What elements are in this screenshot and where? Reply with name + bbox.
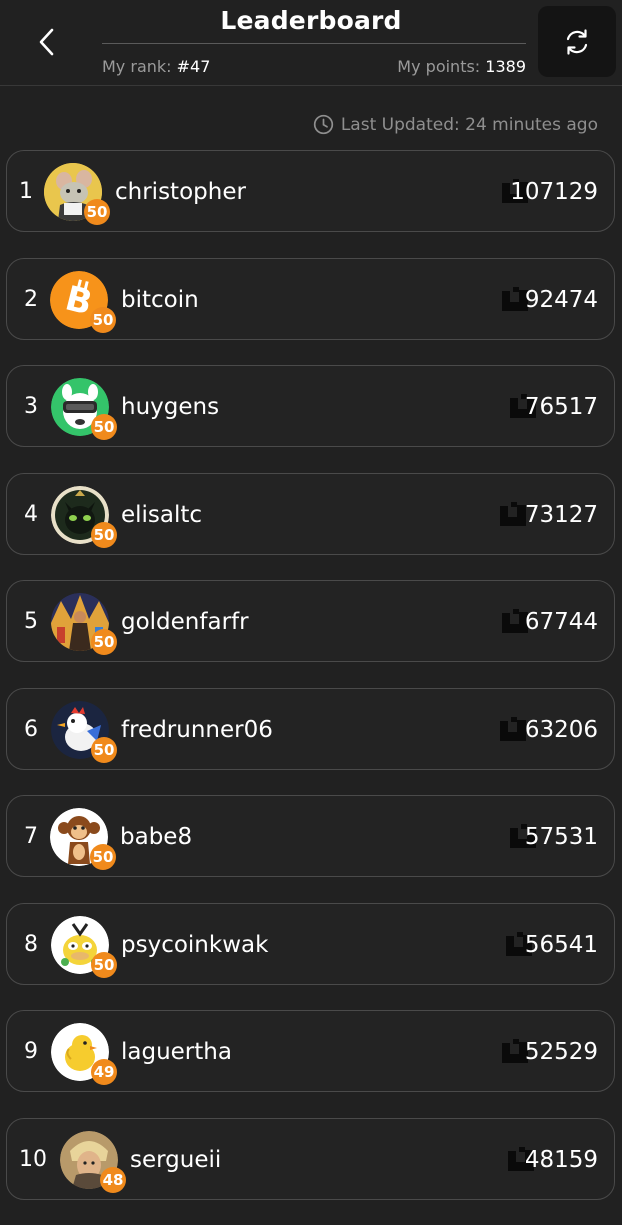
level-badge: 50 — [90, 306, 116, 333]
avatar: 48 — [60, 1130, 126, 1193]
rank-number: 9 — [24, 1039, 38, 1064]
leaderboard-row[interactable]: 8 50 psycoinkwak 56541 — [6, 902, 615, 985]
last-updated: Last Updated: 24 minutes ago — [313, 114, 598, 135]
level-badge: 50 — [91, 414, 117, 440]
my-rank: My rank: #47 — [102, 57, 210, 76]
username: christopher — [115, 179, 246, 205]
leaderboard-row[interactable]: 7 50 babe8 57531 — [6, 795, 615, 877]
my-rank-label: My rank: — [102, 57, 177, 76]
avatar: 50 — [51, 485, 117, 548]
leaderboard-row[interactable]: 2 B 50 bitcoin 92474 — [6, 257, 615, 340]
leaderboard-row[interactable]: 9 49 laguertha 52529 — [6, 1010, 615, 1092]
username: huygens — [121, 394, 220, 420]
leaderboard-row[interactable]: 6 50 fredrunner06 63206 — [6, 687, 615, 770]
leaderboard-row[interactable]: 4 50 elisaltc 73127 — [6, 472, 615, 555]
username: goldenfarfr — [121, 609, 249, 635]
my-points-label: My points: — [397, 57, 486, 76]
level-badge: 49 — [91, 1059, 117, 1085]
avatar: 50 — [51, 700, 117, 763]
level-badge: 50 — [91, 629, 117, 655]
my-points: My points: 1389 — [397, 57, 526, 76]
avatar: 50 — [50, 808, 116, 870]
avatar: 50 — [51, 378, 117, 440]
points-value: 73127 — [524, 501, 598, 528]
points-logo-icon — [500, 501, 526, 526]
username: laguertha — [121, 1039, 232, 1065]
level-badge: 50 — [90, 844, 116, 870]
rank-number: 4 — [24, 501, 38, 527]
avatar: 50 — [44, 163, 110, 225]
leaderboard-row[interactable]: 1 50 christopher 107129 — [6, 150, 615, 232]
username: elisaltc — [121, 501, 203, 528]
refresh-icon — [566, 28, 588, 55]
username: bitcoin — [121, 286, 199, 313]
points-value: 57531 — [524, 824, 598, 850]
points-value: 67744 — [524, 609, 598, 635]
my-rank-value: #47 — [176, 57, 211, 76]
rank-number: 1 — [19, 179, 33, 204]
last-updated-text: Last Updated: 24 minutes ago — [340, 114, 598, 135]
points-value: 107129 — [510, 179, 598, 205]
level-badge: 50 — [84, 199, 110, 225]
rank-number: 7 — [24, 824, 38, 849]
points-logo-icon — [500, 716, 526, 741]
leaderboard-row[interactable]: 5 50 goldenfarfr 67744 — [6, 580, 615, 662]
rank-number: 3 — [24, 394, 38, 419]
avatar: 49 — [51, 1023, 117, 1085]
my-points-value: 1389 — [485, 57, 526, 76]
points-value: 63206 — [524, 716, 598, 743]
rank-number: 10 — [19, 1146, 47, 1172]
leaderboard-list: 1 50 christopher 107129 2 B 50 bitcoin 9… — [6, 150, 615, 1225]
username: fredrunner06 — [121, 716, 273, 743]
level-badge: 50 — [91, 521, 117, 548]
points-value: 48159 — [524, 1146, 598, 1173]
username: sergueii — [130, 1146, 222, 1173]
avatar: 50 — [51, 593, 117, 655]
points-value: 92474 — [524, 286, 598, 313]
avatar: 50 — [51, 915, 117, 978]
clock-icon — [313, 114, 333, 135]
level-badge: 48 — [100, 1166, 126, 1193]
avatar: B 50 — [50, 270, 116, 333]
rank-number: 2 — [24, 286, 38, 312]
refresh-button[interactable] — [538, 6, 616, 77]
header: Leaderboard My rank: #47 My points: 1389 — [0, 0, 622, 86]
points-value: 76517 — [524, 394, 598, 420]
rank-number: 5 — [24, 609, 38, 634]
points-value: 52529 — [524, 1039, 598, 1065]
rank-number: 6 — [24, 716, 38, 742]
username: psycoinkwak — [121, 931, 269, 958]
level-badge: 50 — [91, 736, 117, 763]
username: babe8 — [120, 824, 193, 850]
level-badge: 50 — [91, 951, 117, 978]
leaderboard-row[interactable]: 10 48 sergueii 48159 — [6, 1117, 615, 1200]
title-divider — [102, 43, 526, 44]
rank-number: 8 — [24, 931, 38, 957]
page-title: Leaderboard — [220, 6, 402, 35]
points-value: 56541 — [524, 931, 598, 958]
leaderboard-row[interactable]: 3 50 huygens 76517 — [6, 365, 615, 447]
